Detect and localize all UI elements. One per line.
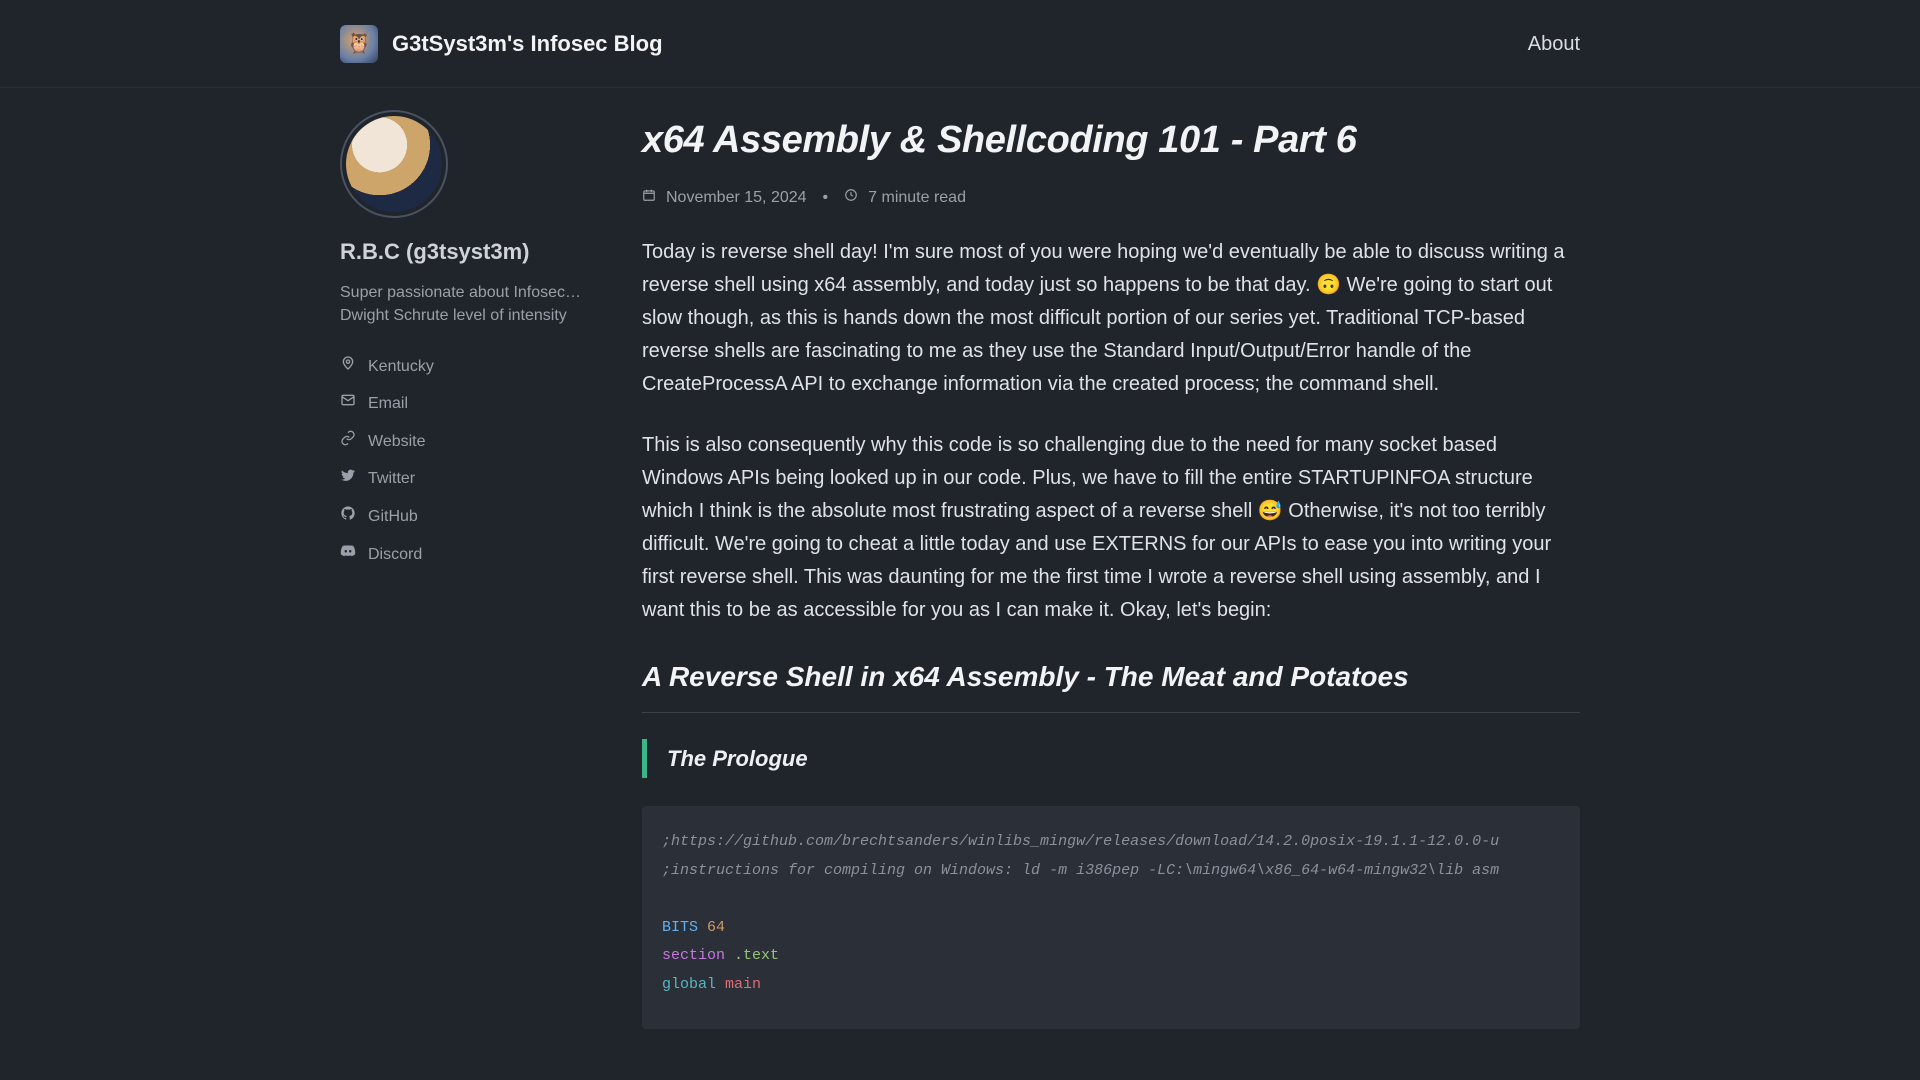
clock-icon	[844, 185, 858, 211]
avatar-icon	[346, 116, 442, 212]
author-bio-line1: Super passionate about Infosec…	[340, 284, 581, 301]
sidebar-item-label: Email	[368, 391, 408, 417]
brand-title: G3tSyst3m's Infosec Blog	[392, 26, 663, 61]
sidebar-item-label: Kentucky	[368, 354, 434, 380]
brand-link[interactable]: 🦉 G3tSyst3m's Infosec Blog	[340, 25, 663, 63]
author-bio-line2: Dwight Schrute level of intensity	[340, 307, 567, 324]
page-layout: R.B.C (g3tsyst3m) Super passionate about…	[0, 88, 1920, 1029]
author-bio: Super passionate about Infosec… Dwight S…	[340, 281, 600, 327]
sidebar-links: Kentucky Email Website Twitter	[340, 348, 600, 574]
code-keyword: global	[662, 976, 716, 993]
article: x64 Assembly & Shellcoding 101 - Part 6 …	[642, 110, 1580, 1029]
code-keyword: section	[662, 947, 725, 964]
code-comment: ;instructions for compiling on Windows: …	[662, 862, 1499, 879]
sidebar-item-location: Kentucky	[340, 348, 600, 386]
article-subsection-heading: The Prologue	[667, 741, 1580, 776]
code-number: 64	[707, 919, 725, 936]
link-icon	[340, 429, 356, 455]
article-subsection-callout: The Prologue	[642, 739, 1580, 778]
code-comment: ;https://github.com/brechtsanders/winlib…	[662, 833, 1499, 850]
code-identifier: main	[725, 976, 761, 993]
meta-separator: •	[823, 185, 829, 211]
author-sidebar: R.B.C (g3tsyst3m) Super passionate about…	[340, 110, 600, 1029]
sidebar-item-label: Website	[368, 429, 426, 455]
code-keyword: BITS	[662, 919, 698, 936]
sidebar-item-email[interactable]: Email	[340, 385, 600, 423]
article-paragraph: This is also consequently why this code …	[642, 429, 1580, 627]
map-pin-icon	[340, 354, 356, 380]
sidebar-item-label: GitHub	[368, 504, 418, 530]
code-block: ;https://github.com/brechtsanders/winlib…	[642, 806, 1580, 1029]
site-header: 🦉 G3tSyst3m's Infosec Blog About	[0, 0, 1920, 88]
brand-logo-icon: 🦉	[340, 25, 378, 63]
twitter-icon	[340, 466, 356, 492]
code-section: .text	[734, 947, 779, 964]
article-meta: November 15, 2024 • 7 minute read	[642, 185, 1580, 211]
sidebar-item-twitter[interactable]: Twitter	[340, 460, 600, 498]
author-name: R.B.C (g3tsyst3m)	[340, 234, 600, 269]
sidebar-item-label: Discord	[368, 542, 422, 568]
article-paragraph: Today is reverse shell day! I'm sure mos…	[642, 236, 1580, 401]
discord-icon	[340, 542, 356, 568]
avatar-frame	[340, 110, 448, 218]
article-section-heading: A Reverse Shell in x64 Assembly - The Me…	[642, 655, 1580, 713]
nav-about-link[interactable]: About	[1528, 28, 1580, 60]
calendar-icon	[642, 185, 656, 211]
sidebar-item-discord[interactable]: Discord	[340, 536, 600, 574]
sidebar-item-website[interactable]: Website	[340, 423, 600, 461]
article-readtime: 7 minute read	[868, 185, 966, 211]
sidebar-item-github[interactable]: GitHub	[340, 498, 600, 536]
github-icon	[340, 504, 356, 530]
sidebar-item-label: Twitter	[368, 466, 415, 492]
article-date: November 15, 2024	[666, 185, 807, 211]
envelope-icon	[340, 391, 356, 417]
article-title: x64 Assembly & Shellcoding 101 - Part 6	[642, 110, 1580, 171]
